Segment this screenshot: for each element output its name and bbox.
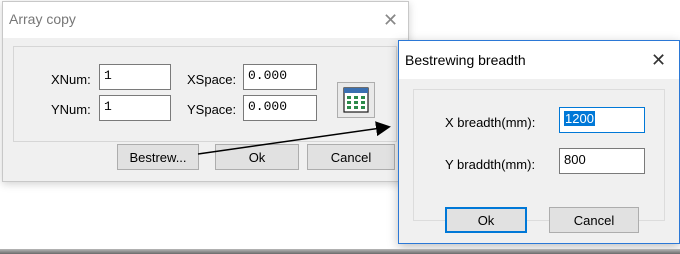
arrow-line	[197, 121, 391, 155]
taskbar-edge	[0, 249, 680, 254]
annotation-arrow	[197, 121, 391, 155]
